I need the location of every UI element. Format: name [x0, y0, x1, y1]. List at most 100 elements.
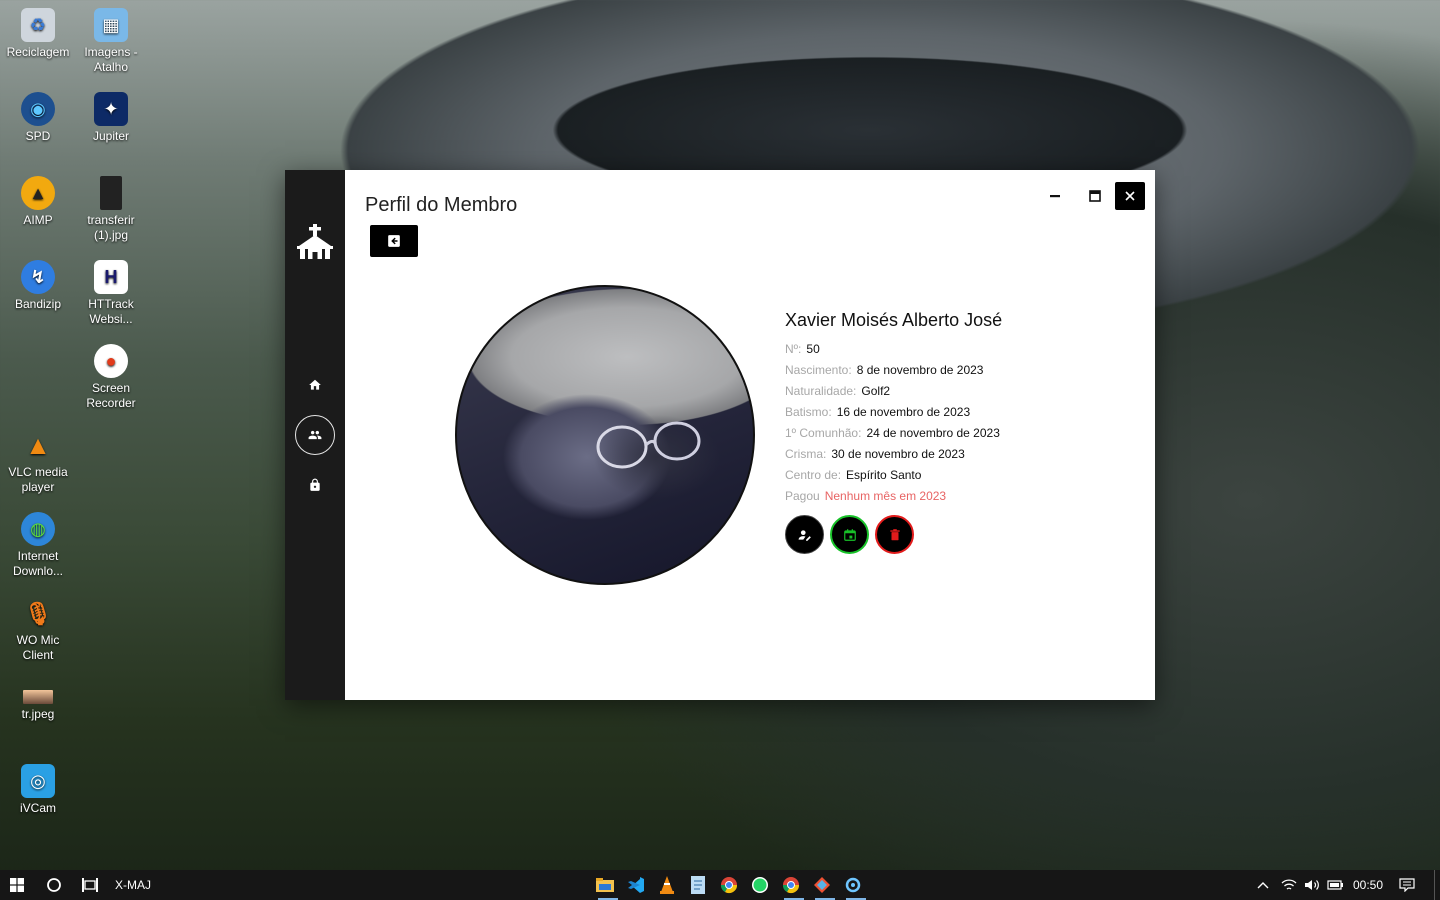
app-gear-icon [845, 877, 861, 893]
app-window: Perfil do Membro Xavier Moisés Alberto J… [285, 170, 1155, 700]
taskbar-app-running[interactable] [842, 870, 866, 900]
home-icon [309, 379, 321, 390]
field-birth: Nascimento: 8 de novembro de 2023 [785, 363, 984, 377]
desktop-icon-vlc[interactable]: ▲ VLC media player [0, 428, 76, 495]
nav-lock-button[interactable] [295, 465, 335, 505]
field-number: Nº: 50 [785, 342, 820, 356]
taskbar-notepad[interactable] [687, 870, 709, 900]
task-view-icon [82, 878, 98, 892]
chrome-icon [782, 877, 800, 894]
tray-battery[interactable] [1324, 870, 1346, 900]
payments-calendar-button[interactable] [830, 515, 869, 554]
desktop-icon-spd[interactable]: ◉ SPD [0, 92, 76, 144]
desktop-icon-bandizip[interactable]: ↯ Bandizip [0, 260, 76, 312]
git-diamond-icon [814, 877, 830, 893]
church-icon [297, 224, 333, 259]
close-icon [1125, 191, 1135, 201]
minimize-button[interactable] [1040, 182, 1070, 210]
page-title: Perfil do Membro [365, 194, 518, 216]
taskbar-chrome[interactable] [718, 870, 740, 900]
member-info: Xavier Moisés Alberto José Nº: 50 Nascime… [785, 310, 1002, 507]
taskbar-chrome-profile[interactable] [780, 870, 804, 900]
taskbar-pinned-apps [594, 870, 866, 900]
cortana-circle-icon [47, 878, 61, 892]
taskbar-whatsapp[interactable] [749, 870, 771, 900]
nav-home-button[interactable] [295, 365, 335, 405]
avatar-photo-detail [596, 421, 701, 469]
delete-member-button[interactable] [875, 515, 914, 554]
tray-network[interactable] [1278, 870, 1300, 900]
nav-members-button[interactable] [295, 415, 335, 455]
desktop-icon-httrack[interactable]: H HTTrack Websi... [73, 260, 149, 327]
desktop-icon-screen-recorder[interactable]: ● Screen Recorder [73, 344, 149, 411]
edit-member-button[interactable] [785, 515, 824, 554]
field-center: Centro de: Espírito Santo [785, 468, 922, 482]
taskbar-search-label[interactable]: X-MAJ [108, 870, 158, 900]
start-button[interactable] [0, 870, 34, 900]
taskbar-file-explorer[interactable] [594, 870, 618, 900]
image-file-icon [100, 176, 122, 210]
wifi-icon [1281, 879, 1297, 890]
desktop-icon-ivcam[interactable]: ◎ iVCam [0, 764, 76, 816]
vscode-icon [628, 877, 644, 893]
field-baptism: Batismo: 16 de novembro de 2023 [785, 405, 971, 419]
trash-icon [889, 528, 900, 540]
field-payment-status: Pagou Nenhum mês em 2023 [785, 489, 947, 503]
cortana-button[interactable] [40, 870, 68, 900]
tray-volume[interactable] [1301, 870, 1323, 900]
notifications-icon [1399, 878, 1415, 892]
maximize-button[interactable] [1080, 182, 1110, 210]
close-button[interactable] [1115, 182, 1145, 210]
tray-clock[interactable]: 00:50 [1348, 870, 1388, 900]
image-file-icon [23, 690, 53, 704]
record-icon: ● [94, 344, 128, 378]
chevron-up-icon [1257, 882, 1269, 889]
desktop-icon-tr-jpeg[interactable]: tr.jpeg [0, 680, 76, 722]
desktop-icon-imagens[interactable]: ▦ Imagens - Atalho [73, 8, 149, 75]
taskbar-vscode[interactable] [625, 870, 647, 900]
desktop-icon-recycle-bin[interactable]: ♻ Reciclagem [0, 8, 76, 60]
chrome-icon [720, 877, 738, 894]
camera-icon: ◎ [21, 764, 55, 798]
spd-icon: ◉ [21, 92, 55, 126]
desktop-icon-idm[interactable]: ◍ Internet Downlo... [0, 512, 76, 579]
aimp-icon: ▲ [21, 176, 55, 210]
maximize-icon [1089, 190, 1101, 202]
show-desktop-button[interactable] [1434, 870, 1440, 900]
minimize-icon [1050, 195, 1060, 198]
desktop-icon-wo-mic[interactable]: 🎙 WO Mic Client [0, 596, 76, 663]
desktop-icon-aimp[interactable]: ▲ AIMP [0, 176, 76, 228]
member-name: Xavier Moisés Alberto José [785, 310, 1003, 330]
vlc-cone-icon [660, 876, 674, 894]
field-birthplace: Naturalidade: Golf2 [785, 384, 891, 398]
tray-chevron-button[interactable] [1253, 870, 1273, 900]
sidebar [285, 170, 345, 700]
desktop-icon-jupiter[interactable]: ✦ Jupiter [73, 92, 149, 144]
recycle-bin-icon: ♻ [21, 8, 55, 42]
taskbar-git-tool[interactable] [811, 870, 835, 900]
windows-logo-icon [10, 878, 24, 892]
arrow-back-icon [388, 235, 400, 247]
whatsapp-icon [752, 877, 768, 893]
edit-user-icon [798, 529, 811, 541]
field-first-communion: 1º Comunhão: 24 de novembro de 2023 [785, 426, 1000, 440]
back-button[interactable] [370, 225, 418, 257]
action-center-button[interactable] [1394, 870, 1420, 900]
taskbar-vlc[interactable] [656, 870, 678, 900]
people-icon [308, 430, 322, 440]
notepad-icon [691, 876, 705, 894]
httrack-icon: H [94, 260, 128, 294]
main-panel: Perfil do Membro Xavier Moisés Alberto J… [345, 170, 1155, 700]
folder-icon [596, 878, 614, 892]
bandizip-icon: ↯ [21, 260, 55, 294]
member-avatar [455, 285, 755, 585]
desktop-icon-transferir[interactable]: transferir (1).jpg [73, 176, 149, 243]
battery-icon [1327, 880, 1343, 890]
image-icon: ▦ [94, 8, 128, 42]
vlc-cone-icon: ▲ [25, 429, 51, 460]
field-confirmation: Crisma: 30 de novembro de 2023 [785, 447, 965, 461]
jupiter-icon: ✦ [94, 92, 128, 126]
task-view-button[interactable] [76, 870, 104, 900]
lock-icon [310, 478, 320, 491]
globe-icon: ◍ [21, 512, 55, 546]
